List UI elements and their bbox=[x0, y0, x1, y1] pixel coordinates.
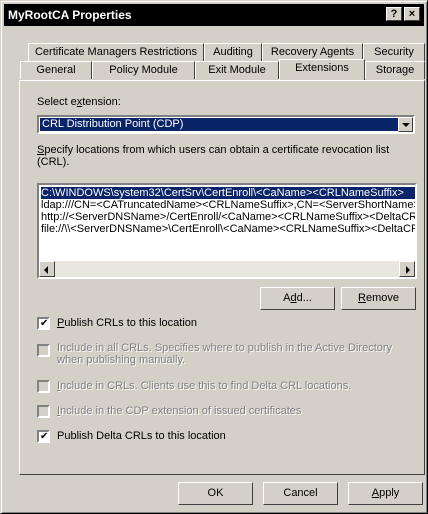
tab-exit-module[interactable]: Exit Module bbox=[195, 61, 279, 79]
title-bar[interactable]: MyRootCA Properties ? × bbox=[4, 4, 424, 26]
apply-button[interactable]: Apply bbox=[348, 482, 423, 505]
cancel-button[interactable]: Cancel bbox=[263, 482, 338, 505]
tab-label: Certificate Managers Restrictions bbox=[34, 46, 197, 58]
tab-extensions[interactable]: Extensions bbox=[279, 59, 365, 80]
tab-label: Security bbox=[374, 46, 414, 58]
tab-label: Storage bbox=[375, 64, 415, 76]
extensions-panel bbox=[19, 80, 425, 475]
help-button[interactable]: ? bbox=[386, 7, 402, 21]
close-icon: × bbox=[408, 8, 416, 20]
tab-general[interactable]: General bbox=[20, 61, 92, 79]
tab-label: General bbox=[36, 64, 76, 76]
ok-button[interactable]: OK bbox=[178, 482, 253, 505]
help-icon: ? bbox=[390, 8, 398, 20]
tab-policy-module[interactable]: Policy Module bbox=[92, 61, 195, 79]
properties-dialog: MyRootCA Properties ? × Certificate Mana… bbox=[0, 0, 428, 514]
close-button[interactable]: × bbox=[404, 7, 420, 21]
tab-certificate-managers-restrictions[interactable]: Certificate Managers Restrictions bbox=[28, 43, 204, 61]
tab-label: Policy Module bbox=[109, 64, 178, 76]
tab-auditing[interactable]: Auditing bbox=[204, 43, 262, 61]
tab-storage[interactable]: Storage bbox=[365, 61, 425, 79]
tab-label: Recovery Agents bbox=[270, 46, 355, 58]
tab-label: Extensions bbox=[295, 62, 349, 74]
tab-label: Exit Module bbox=[208, 64, 266, 76]
window-title: MyRootCA Properties bbox=[8, 8, 132, 22]
tab-label: Auditing bbox=[213, 46, 253, 58]
tab-security[interactable]: Security bbox=[363, 43, 425, 61]
